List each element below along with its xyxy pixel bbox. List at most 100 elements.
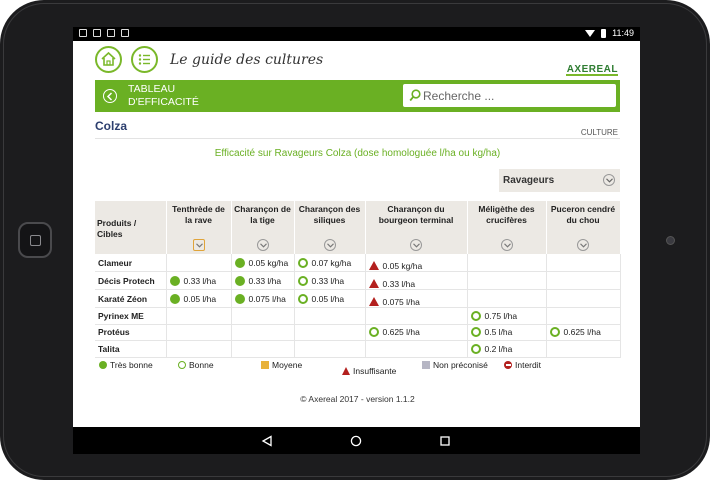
efficacy-cell: 0.5 l/ha (467, 324, 547, 341)
efficacy-cell: 0.33 l/ha (294, 271, 366, 290)
dose-value: 0.33 l/ha (311, 275, 345, 286)
good-ring-icon (297, 257, 308, 268)
sort-chevron-icon[interactable] (577, 239, 589, 251)
app-notification-icon (107, 29, 115, 37)
very-good-dot-icon (234, 275, 245, 286)
battery-icon (601, 28, 607, 38)
dose-value: 0.33 l/ha (183, 275, 217, 286)
efficacy-cell (365, 307, 468, 325)
search-box[interactable] (403, 84, 616, 107)
nav-back-button[interactable] (261, 434, 273, 452)
sort-chevron-icon[interactable] (256, 239, 269, 251)
header-column[interactable]: Méligèthe des crucifères (467, 201, 547, 254)
efficacy-cell: 0.05 kg/ha (231, 254, 295, 272)
dose-value: 0.33 l/ha (382, 279, 416, 289)
not-recommended-square-icon (422, 361, 430, 369)
efficacy-cell (231, 324, 295, 341)
dose-value: 0.2 l/ha (484, 343, 513, 354)
home-button[interactable] (95, 46, 122, 73)
back-button[interactable] (103, 89, 117, 103)
crop-label: CULTURE (580, 128, 618, 137)
chevron-down-icon (603, 174, 615, 186)
product-name[interactable]: Protéus (95, 324, 167, 341)
menu-button[interactable] (131, 46, 158, 73)
dose-value: 0.625 l/ha (382, 327, 420, 338)
header-column[interactable]: Puceron cendré du chou (546, 201, 621, 254)
sort-chevron-icon[interactable] (410, 239, 422, 251)
sort-chevron-icon[interactable] (192, 239, 205, 251)
recents-square-icon (440, 436, 450, 446)
efficacy-cell (467, 271, 547, 290)
sort-chevron-icon[interactable] (323, 239, 336, 251)
table-row: Clameur 0.05 kg/ha 0.07 kg/ha 0.05 kg/ha (95, 254, 621, 272)
legend-item: Insuffisante (342, 360, 396, 376)
app-notification-icon (121, 29, 129, 37)
efficacy-title: Efficacité sur Ravageurs Colza (dose hom… (214, 148, 501, 159)
search-input[interactable] (423, 86, 611, 105)
efficacy-cell (294, 340, 366, 358)
header-column[interactable]: Charançon des siliques (294, 201, 366, 254)
efficacy-cell (231, 340, 295, 358)
efficacy-table: Produits / Cibles Tenthrède de la rave C… (95, 201, 621, 358)
efficacy-cell (546, 340, 621, 358)
crop-name: Colza (95, 119, 128, 133)
good-ring-icon (297, 275, 308, 286)
dose-value: 0.33 l/ha (248, 275, 282, 286)
search-icon (409, 89, 421, 102)
legend-item: Très bonne (99, 360, 153, 370)
product-name[interactable]: Pyrinex ME (95, 307, 167, 325)
efficacy-cell (467, 254, 547, 272)
status-right: 11:49 (585, 28, 634, 38)
dose-value: 0.75 l/ha (484, 310, 518, 321)
very-good-dot-icon (234, 293, 245, 304)
wifi-icon (585, 29, 596, 37)
nav-recents-button[interactable] (439, 434, 451, 452)
screen: 11:49 Le guide des cultures AXEREAL TABL… (73, 27, 640, 454)
efficacy-cell (365, 340, 468, 358)
efficacy-cell: 0.625 l/ha (546, 324, 621, 341)
header-products: Produits / Cibles (95, 201, 167, 254)
list-icon (138, 54, 150, 65)
very-good-dot-icon (99, 361, 107, 369)
efficacy-cell (166, 254, 232, 272)
table-body: Clameur 0.05 kg/ha 0.07 kg/ha 0.05 kg/ha Déc… (95, 254, 621, 358)
legend-item: Non préconisé (422, 360, 488, 370)
efficacy-cell (294, 324, 366, 341)
android-nav-bar (73, 427, 640, 454)
tablet-home-button[interactable] (18, 222, 52, 258)
efficacy-cell (546, 254, 621, 272)
header-column[interactable]: Tenthrède de la rave (166, 201, 232, 254)
legend-item: Bonne (178, 360, 214, 370)
ravageurs-dropdown[interactable]: Ravageurs (499, 169, 620, 192)
product-name[interactable]: Talita (95, 340, 167, 358)
nav-home-button[interactable] (350, 434, 362, 452)
legend-item: Moyene (261, 360, 302, 370)
product-name[interactable]: Karaté Zéon (95, 289, 167, 308)
dose-value: 0.075 l/ha (248, 293, 286, 304)
product-name[interactable]: Clameur (95, 254, 167, 272)
image-notification-icon (79, 29, 87, 37)
notification-icons (79, 29, 129, 37)
app-title: Le guide des cultures (170, 52, 324, 68)
product-name[interactable]: Décis Protech (95, 271, 167, 290)
efficacy-cell: 0.2 l/ha (467, 340, 547, 358)
good-ring-icon (470, 310, 481, 321)
header-column[interactable]: Charançon du bourgeon terminal (365, 201, 468, 254)
efficacy-cell (546, 307, 621, 325)
efficacy-cell (166, 324, 232, 341)
insufficient-triangle-icon (342, 360, 350, 375)
status-bar: 11:49 (73, 27, 640, 41)
header-column[interactable]: Charançon de la tige (231, 201, 295, 254)
phone-notification-icon (93, 29, 101, 37)
very-good-dot-icon (234, 257, 245, 268)
divider (95, 138, 620, 139)
good-ring-icon (368, 327, 379, 338)
home-square-icon (30, 235, 41, 246)
efficacy-cell (231, 307, 295, 325)
dose-value: 0.05 kg/ha (248, 257, 289, 268)
efficacy-cell (166, 340, 232, 358)
sort-chevron-icon[interactable] (500, 239, 513, 251)
medium-square-icon (261, 361, 269, 369)
very-good-dot-icon (169, 275, 180, 286)
good-ring-icon (549, 327, 560, 338)
